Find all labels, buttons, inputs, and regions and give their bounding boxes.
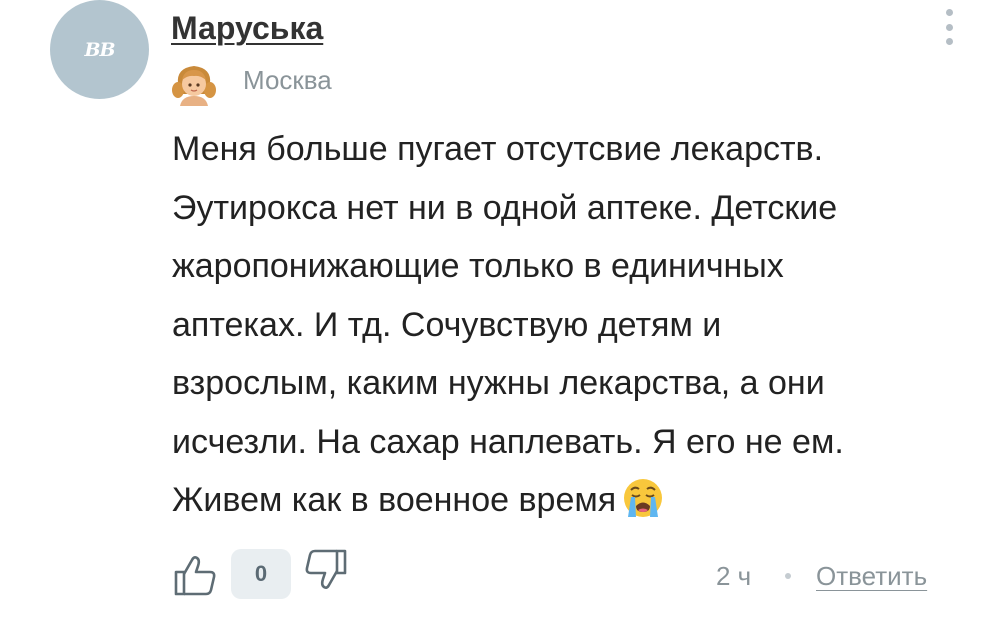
author-name[interactable]: Маруська [171, 8, 323, 48]
vote-count: 0 [231, 549, 291, 599]
comment-line: аптеках. И тд. Сочувствую детям и [172, 305, 722, 344]
comment-timestamp: 2 ч [716, 561, 752, 591]
author-location: Москва [243, 65, 332, 95]
thumbs-up-icon[interactable] [172, 552, 218, 598]
comment-line: Живем как в военное время [172, 481, 617, 519]
comment-line: Меня больше пугает отсутсвие лекарств. [172, 130, 824, 168]
comment-line: Эутирокса нет ни в одной аптеке. Детские [172, 188, 838, 227]
menu-dot [945, 38, 953, 45]
separator-dot [785, 573, 791, 579]
menu-dot [945, 9, 953, 16]
comment-line: исчезли. На сахар наплевать. Я его не ем… [172, 422, 844, 461]
comment-line: жаропонижающие только в единичных [172, 247, 784, 285]
girl-avatar-icon [172, 66, 216, 106]
reply-button[interactable]: Ответить [816, 561, 927, 591]
author-avatar[interactable]: ВВ [50, 0, 149, 99]
comment-text: Меня больше пугает отсутсвие лекарств. Э… [172, 120, 972, 530]
menu-dot [945, 23, 953, 31]
crying-face-icon [624, 479, 663, 517]
more-vertical-icon[interactable] [936, 5, 962, 49]
avatar-initials: ВВ [84, 38, 115, 61]
comment-line: взрослым, каким нужны лекарства, а они [172, 364, 825, 402]
thumbs-down-icon[interactable] [303, 547, 349, 593]
comment-last-line: Живем как в военное время [172, 471, 972, 530]
